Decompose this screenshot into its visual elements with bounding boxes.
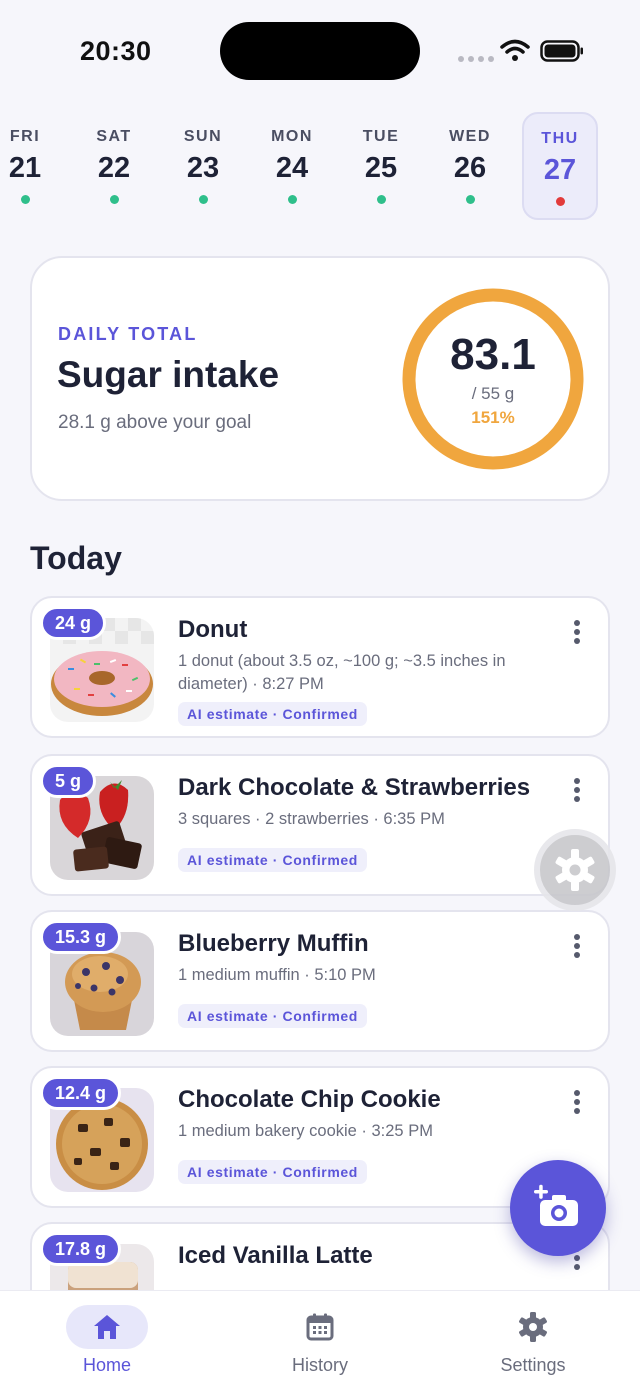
- more-options-icon[interactable]: [572, 620, 582, 648]
- day-number: 21: [8, 152, 42, 184]
- day-of-week: FRI: [9, 128, 41, 145]
- gear-icon: [555, 849, 595, 891]
- tab-label: Settings: [500, 1355, 566, 1375]
- day-status-dot: [465, 195, 475, 204]
- food-entry-card[interactable]: 24 g Donut 1 donut (about 3.5 oz, ~100 g…: [30, 596, 610, 738]
- ai-estimate-tag: AI estimate · Confirmed: [178, 702, 367, 726]
- goal-percent: 151%: [471, 408, 515, 427]
- cellular-signal-icon: [458, 56, 494, 62]
- more-options-icon[interactable]: [572, 1090, 582, 1118]
- day-status-dot: [555, 197, 565, 206]
- food-name: Iced Vanilla Latte: [178, 1242, 373, 1269]
- section-title-today: Today: [30, 540, 122, 576]
- tab-settings[interactable]: Settings: [463, 1305, 603, 1376]
- bottom-tab-bar: Home History Settings: [0, 1290, 640, 1391]
- home-icon: [94, 1315, 120, 1339]
- day-of-week: TUE: [362, 128, 400, 145]
- food-detail: 3 squares · 2 strawberries · 6:35 PM: [178, 810, 445, 828]
- status-bar: 20:30: [0, 0, 640, 100]
- food-name: Donut: [178, 616, 248, 643]
- day-number: 22: [97, 152, 131, 184]
- day-status-dot: [109, 195, 119, 204]
- ai-estimate-tag: AI estimate · Confirmed: [178, 848, 367, 872]
- status-time: 20:30: [80, 36, 152, 66]
- sugar-amount-badge: 5 g: [40, 764, 97, 798]
- sugar-total-value: 83.1: [450, 330, 536, 379]
- sugar-amount-badge: 15.3 g: [40, 920, 122, 954]
- food-detail: 1 donut (about 3.5 oz, ~100 g; ~3.5 inch…: [178, 652, 506, 693]
- day-tue[interactable]: TUE 25: [343, 112, 419, 220]
- day-number: 23: [186, 152, 220, 184]
- day-number: 24: [275, 152, 309, 184]
- sugar-amount-badge: 17.8 g: [40, 1232, 122, 1266]
- day-of-week: SAT: [96, 128, 132, 145]
- day-number: 27: [543, 154, 577, 186]
- food-entry-card[interactable]: 5 g Dark Chocolate & Strawberries 3 squa…: [30, 754, 610, 896]
- dynamic-island: [220, 22, 420, 80]
- day-status-dot: [198, 195, 208, 204]
- camera-add-icon: [534, 1184, 578, 1226]
- goal-difference-text: 28.1 g above your goal: [58, 412, 252, 433]
- day-of-week: THU: [541, 130, 579, 147]
- wifi-icon: [500, 39, 530, 61]
- day-of-week: MON: [271, 128, 313, 145]
- add-photo-button[interactable]: [510, 1160, 606, 1256]
- day-sat[interactable]: SAT 22: [76, 112, 152, 220]
- tab-label: Home: [82, 1355, 131, 1375]
- day-status-dot: [376, 195, 386, 204]
- day-of-week: WED: [449, 128, 491, 145]
- day-thu-selected[interactable]: THU 27: [522, 112, 598, 220]
- day-number: 25: [364, 152, 398, 184]
- calendar-icon: [306, 1313, 334, 1341]
- food-detail: 1 medium muffin · 5:10 PM: [178, 966, 376, 984]
- tab-home[interactable]: Home: [37, 1305, 177, 1376]
- ai-estimate-tag: AI estimate · Confirmed: [178, 1160, 367, 1184]
- sugar-amount-badge: 24 g: [40, 606, 107, 640]
- ai-estimate-tag: AI estimate · Confirmed: [178, 1004, 367, 1028]
- food-entry-card[interactable]: 15.3 g Blueberry Muffin 1 medium muffin …: [30, 910, 610, 1052]
- food-name: Dark Chocolate & Strawberries: [178, 774, 531, 801]
- tab-label: History: [291, 1355, 348, 1375]
- week-date-strip: FRI 21 SAT 22 SUN 23 MON 24 TUE 25 WED 2…: [0, 112, 640, 222]
- day-of-week: SUN: [183, 128, 223, 145]
- sugar-goal: / 55 g: [471, 384, 515, 403]
- floating-settings-button[interactable]: [534, 829, 616, 911]
- day-sun[interactable]: SUN 23: [165, 112, 241, 220]
- sugar-intake-title: Sugar intake: [57, 354, 280, 395]
- day-number: 26: [453, 152, 487, 184]
- day-mon[interactable]: MON 24: [254, 112, 330, 220]
- day-wed[interactable]: WED 26: [432, 112, 508, 220]
- food-name: Chocolate Chip Cookie: [178, 1086, 441, 1113]
- tab-history[interactable]: History: [250, 1305, 390, 1376]
- day-status-dot: [287, 195, 297, 204]
- gear-icon: [519, 1312, 547, 1342]
- day-status-dot: [20, 195, 30, 204]
- more-options-icon[interactable]: [572, 778, 582, 806]
- food-detail: 1 medium bakery cookie · 3:25 PM: [178, 1122, 433, 1140]
- daily-total-label: DAILY TOTAL: [58, 324, 198, 344]
- more-options-icon[interactable]: [572, 934, 582, 962]
- sugar-amount-badge: 12.4 g: [40, 1076, 122, 1110]
- battery-icon: [540, 40, 583, 62]
- daily-total-card[interactable]: DAILY TOTAL Sugar intake 28.1 g above yo…: [30, 256, 610, 501]
- day-fri[interactable]: FRI 21: [0, 112, 63, 220]
- food-name: Blueberry Muffin: [178, 930, 369, 957]
